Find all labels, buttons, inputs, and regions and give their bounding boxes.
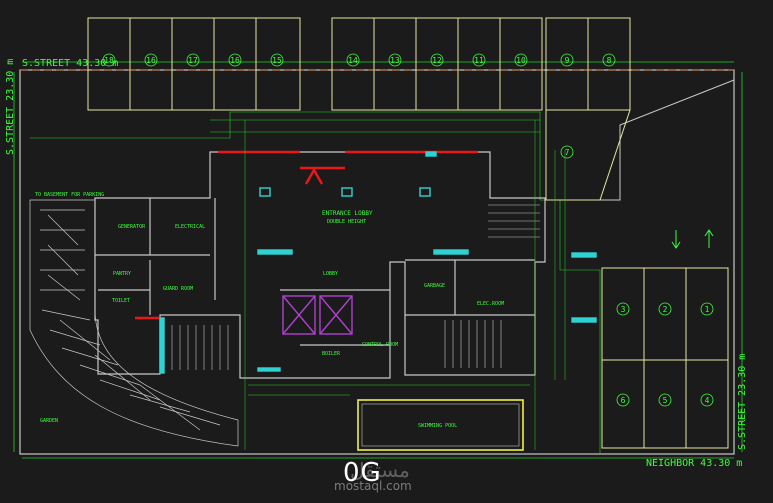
parking-number: 17 xyxy=(188,56,198,65)
parking-number: 4 xyxy=(705,396,710,405)
parking-number: 1 xyxy=(705,305,710,314)
room-generator: GENERATOR xyxy=(118,224,146,230)
elevator-shafts xyxy=(282,295,353,335)
room-entrance-lobby: ENTRANCE LOBBY xyxy=(322,210,373,217)
room-boiler: BOILER xyxy=(322,351,341,357)
parking-number: 11 xyxy=(474,56,484,65)
parking-row-top-far-right xyxy=(545,17,631,111)
parking-number: 7 xyxy=(565,148,570,157)
parking-slot-diagonal xyxy=(545,109,631,201)
room-garden: GARDEN xyxy=(40,418,58,424)
parking-grid-right xyxy=(601,267,729,449)
traffic-arrows xyxy=(671,229,714,249)
parking-number: 16 xyxy=(146,56,156,65)
room-guard: GUARD ROOM xyxy=(163,286,193,292)
street-label-bottom: NEIGHBOR 43.30 m xyxy=(646,458,742,469)
room-toilet: TOILET xyxy=(112,298,130,304)
parking-number: 2 xyxy=(663,305,668,314)
parking-number: 13 xyxy=(390,56,400,65)
street-label-left: S.STREET 23.30 m xyxy=(5,59,16,155)
room-control: CONTROL ROOM xyxy=(362,342,398,348)
parking-numbers: 18 16 17 16 15 14 13 12 11 10 9 83 2 16 5 47 xyxy=(102,53,714,407)
red-glazing xyxy=(135,150,478,320)
room-pantry: PANTRY xyxy=(113,271,131,277)
parking-number: 9 xyxy=(565,56,570,65)
room-lobby: LOBBY xyxy=(323,271,338,277)
street-label-right: S.STREET 23.30 m xyxy=(737,354,748,450)
parking-number: 10 xyxy=(516,56,526,65)
room-double-height: DOUBLE HEIGHT xyxy=(327,219,366,225)
room-elec: ELEC.ROOM xyxy=(477,301,504,307)
parking-number: 3 xyxy=(621,305,626,314)
parking-number: 12 xyxy=(432,56,442,65)
floor-plan-drawing: S.STREET 43.30 m S.STREET 23.30 m S.STRE… xyxy=(5,17,748,469)
parking-number: 8 xyxy=(607,56,612,65)
parking-number: 16 xyxy=(230,56,240,65)
parking-number: 14 xyxy=(348,56,358,65)
parking-number: 6 xyxy=(621,396,626,405)
watermark-url: mostaql.com xyxy=(334,479,412,493)
label-to-basement: TO BASEMENT FOR PARKING xyxy=(35,192,104,198)
parking-number: 18 xyxy=(104,56,114,65)
site-boundary xyxy=(19,69,735,455)
parking-number: 5 xyxy=(663,396,668,405)
setback-outline xyxy=(30,111,601,454)
basement-ramp xyxy=(29,199,239,447)
columns xyxy=(159,151,597,374)
room-swimming-pool: SWIMMING POOL xyxy=(418,423,457,429)
room-garbage: GARBAGE xyxy=(424,283,445,289)
room-electrical: ELECTRICAL xyxy=(175,224,205,230)
parking-number: 15 xyxy=(272,56,282,65)
